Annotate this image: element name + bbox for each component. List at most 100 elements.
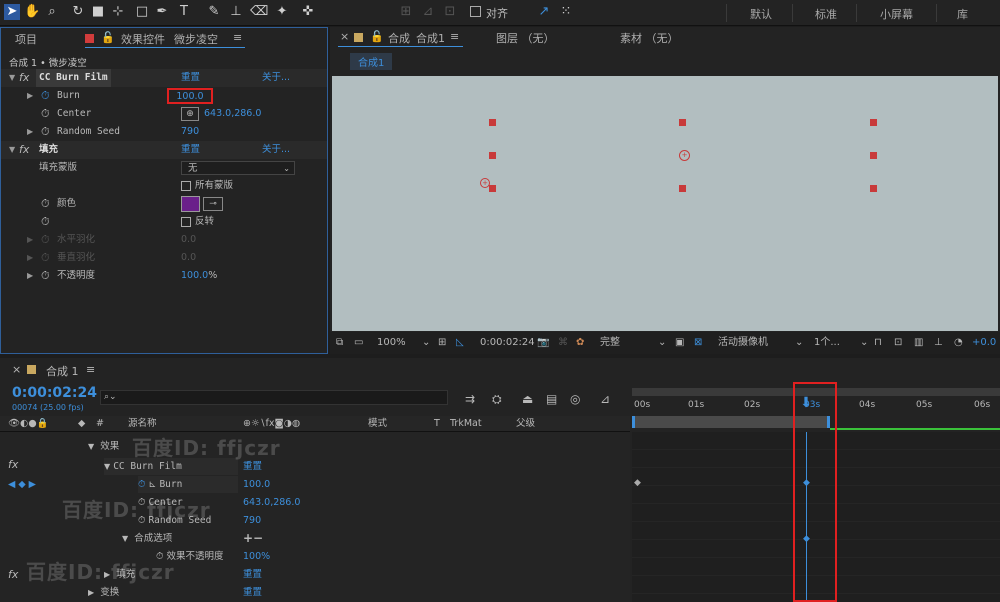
keyframe-nav-icon[interactable]: ◀ ◆ ▶ [8,476,36,493]
chevron-down-icon[interactable]: ⌄ [422,332,430,354]
eyedropper-icon[interactable]: ⊸ [203,197,223,211]
lock-icon[interactable]: 🔓 [101,31,115,44]
workspace-library[interactable]: 库 [957,6,968,22]
resolution-dropdown[interactable]: 完整 [600,332,666,354]
tab-effect-controls[interactable]: 效果控件 [121,31,165,47]
pan-behind-tool-icon[interactable]: ⊹ [110,4,126,20]
brush-tool-icon[interactable]: ✎ [206,4,222,20]
puppet-pin[interactable] [679,185,686,192]
selection-tool-icon[interactable]: ➤ [4,4,20,20]
seed-row-value[interactable]: 790 [243,512,261,529]
burn-row-value[interactable]: 100.0 [243,476,270,493]
puppet-pin[interactable] [679,119,686,126]
switches-icon[interactable]: ⊕☼∖fx◙◑◍ [243,416,300,432]
puppet-pin[interactable] [870,185,877,192]
camera-snapshot-icon[interactable]: 📷 [537,332,549,354]
stopwatch-icon[interactable]: ⏱ [41,87,50,105]
chevron-down-icon[interactable]: ⌄ [658,332,666,354]
puppet-pin[interactable] [489,119,496,126]
fill-mask-dropdown[interactable]: 无 ⌄ [181,161,295,175]
fx-icon[interactable]: fx [8,456,18,473]
about-button[interactable]: 关于... [262,69,290,87]
monitor-icon[interactable]: ▭ [354,332,363,354]
effect-opacity-value[interactable]: 100% [243,548,270,565]
composition-viewer[interactable]: + + [332,76,998,331]
lock-icon[interactable]: 🔓 [370,30,384,43]
stopwatch-icon[interactable]: ⏱ [41,213,50,231]
effect-fill[interactable]: ▼ fx 填充 重置 关于... [1,141,327,159]
puppet-pin[interactable] [489,185,496,192]
center-value[interactable]: 643.0,286.0 [204,105,261,123]
align-checkbox[interactable] [470,6,481,17]
workspace-small-screen[interactable]: 小屏幕 [880,6,913,22]
transform-reset[interactable]: 重置 [243,584,262,601]
region-of-interest-icon[interactable]: ⧉ [336,332,343,354]
pen-tool-icon[interactable]: ✒ [154,4,170,20]
panel-menu-icon[interactable]: ≡ [450,30,459,43]
frame-blending-icon[interactable]: ▤ [546,392,557,406]
col-mode[interactable]: 模式 [368,416,387,432]
views-dropdown[interactable]: 1个... [814,332,866,354]
comp-tab-prefix[interactable]: 合成 [388,30,410,46]
chevron-down-icon[interactable]: ⌄ [795,332,803,354]
av-features-icon[interactable]: 👁◐●🔒 [8,416,48,432]
comp-options-row[interactable]: ▼ 合成选项 [122,530,172,547]
stopwatch-icon[interactable]: ⏱ [41,195,50,213]
puppet-pin[interactable] [489,152,496,159]
rotate-tool-icon[interactable]: ↻ [70,4,86,20]
hand-tool-icon[interactable]: ✋ [24,4,40,20]
puppet-pin[interactable] [870,152,877,159]
transform-row[interactable]: ▶ 变换 [88,584,119,601]
grid-icon[interactable]: ⁙ [558,4,574,20]
burn-value[interactable]: 100.0 [167,88,213,104]
group-effects[interactable]: ▼ 效果 [88,438,119,455]
close-icon[interactable]: × [12,363,21,376]
roto-brush-icon[interactable]: ✦ [274,4,290,20]
fast-preview-icon[interactable]: ▣ [675,332,684,354]
chevron-down-icon[interactable]: ⌄ [860,332,868,354]
fx-icon[interactable]: fx [8,566,18,583]
fx-icon[interactable]: fx [19,69,29,87]
crosshair-icon[interactable]: ⊕ [181,107,199,121]
safe-areas-icon[interactable]: ⊞ [438,332,446,354]
center-row-value[interactable]: 643.0,286.0 [243,494,300,511]
invert-checkbox[interactable] [181,217,191,227]
comp-subtab[interactable]: 合成1 [350,53,393,70]
col-trkmat[interactable]: TrkMat [450,416,482,432]
puppet-tool-icon[interactable]: ✜ [300,4,316,20]
draft-3d-icon[interactable]: ⛭ [492,392,502,407]
reset-button[interactable]: 重置 [181,141,200,159]
tab-footage[interactable]: 素材 （无） [620,30,679,46]
mask-visibility-icon[interactable]: ◺ [456,332,464,354]
tab-timeline-comp[interactable]: 合成 1 [46,363,79,379]
stopwatch-icon[interactable]: ⏱ [41,105,50,123]
stopwatch-icon[interactable]: ⏱ [41,123,50,141]
reset-button[interactable]: 重置 [181,69,200,87]
stopwatch-icon[interactable]: ⏱ [41,267,50,285]
flowchart-icon[interactable]: ⊥ [934,332,943,354]
text-tool-icon[interactable]: T [176,4,192,20]
workspace-default[interactable]: 默认 [750,6,772,22]
show-snapshot-icon[interactable]: ⌘ [558,332,568,354]
tab-composition[interactable]: 合成1 [416,30,445,46]
fill-reset[interactable]: 重置 [243,566,262,583]
comp-mini-flowchart-icon[interactable]: ⇉ [465,392,475,406]
all-masks-checkbox[interactable] [181,181,191,191]
camera-tool-icon[interactable]: ■ [90,4,106,20]
keyframe-start[interactable]: ◆ [634,478,641,488]
shape-tool-icon[interactable]: □ [134,4,150,20]
col-t[interactable]: T [434,416,440,432]
eraser-tool-icon[interactable]: ⌫ [250,4,268,20]
effect-cc-burn-film[interactable]: ▼ fx CC Burn Film 重置 关于... [1,69,327,87]
puppet-pin[interactable] [870,119,877,126]
opacity-value[interactable]: 100.0% [181,267,217,285]
viewer-timecode[interactable]: 0:00:02:24 [480,332,535,354]
camera-dropdown[interactable]: 活动摄像机 [718,332,804,354]
comp-options-add-remove[interactable]: +− [243,530,263,547]
seed-value[interactable]: 790 [181,123,199,141]
channel-icon[interactable]: ✿ [576,332,584,354]
motion-blur-icon[interactable]: ◎ [570,392,580,406]
timeline-icon[interactable]: ▥ [914,332,923,354]
tab-project[interactable]: 项目 [15,31,37,47]
reset-exposure-icon[interactable]: ⊡ [894,332,902,354]
